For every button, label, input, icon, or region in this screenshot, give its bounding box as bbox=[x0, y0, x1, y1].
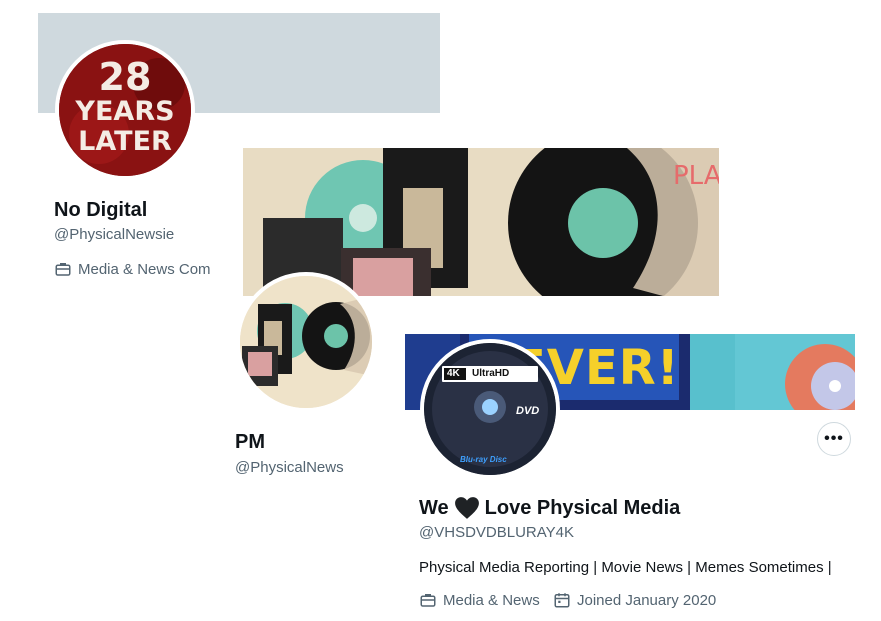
display-name[interactable]: No Digital bbox=[54, 199, 147, 222]
heart-icon bbox=[454, 497, 479, 519]
avatar-bluray-label: Blu-ray Disc bbox=[460, 455, 507, 464]
profile-avatar[interactable] bbox=[236, 272, 376, 412]
profile-category: Media & News bbox=[419, 591, 540, 609]
avatar-media-collage bbox=[240, 276, 372, 408]
more-options-button[interactable]: ••• bbox=[817, 422, 851, 456]
svg-text:PLA: PLA bbox=[673, 161, 719, 191]
avatar-text-line-3: LATER bbox=[78, 126, 172, 157]
avatar-dvd-label: DVD bbox=[516, 405, 540, 417]
avatar-text-line-2: YEARS bbox=[75, 96, 175, 127]
user-handle: @VHSDVDBLURAY4K bbox=[419, 524, 574, 541]
briefcase-icon bbox=[55, 263, 71, 276]
more-icon: ••• bbox=[824, 430, 844, 447]
display-name-start: We bbox=[419, 496, 449, 519]
category-label: Media & News Com bbox=[78, 260, 211, 278]
user-handle: @PhysicalNews bbox=[235, 459, 344, 476]
avatar-4k-label: 4K bbox=[447, 368, 460, 379]
profile-bio: Physical Media Reporting | Movie News | … bbox=[419, 559, 832, 576]
avatar-text-line-1: 28 bbox=[98, 55, 152, 99]
display-name[interactable]: PM bbox=[235, 431, 265, 454]
calendar-icon bbox=[554, 593, 570, 608]
profile-avatar[interactable]: 4K UltraHD DVD Blu-ray Disc bbox=[420, 339, 560, 479]
profile-avatar[interactable]: 28 YEARS LATER bbox=[55, 40, 195, 180]
briefcase-icon bbox=[420, 594, 436, 607]
profile-category: Media & News Com bbox=[54, 260, 211, 278]
display-name-end: Love Physical Media bbox=[484, 496, 681, 519]
profile-card-we-love-physical-media: EVER! 4K UltraHD DVD Blu-ray Disc ••• We… bbox=[377, 296, 881, 621]
category-label: Media & News bbox=[443, 591, 540, 609]
avatar-ultrahd-label: UltraHD bbox=[472, 368, 510, 379]
profile-join-date: Joined January 2020 bbox=[553, 591, 716, 609]
join-date-label: Joined January 2020 bbox=[577, 591, 717, 609]
display-name[interactable]: We Love Physical Media bbox=[419, 496, 680, 520]
user-handle: @PhysicalNewsie bbox=[54, 226, 175, 243]
